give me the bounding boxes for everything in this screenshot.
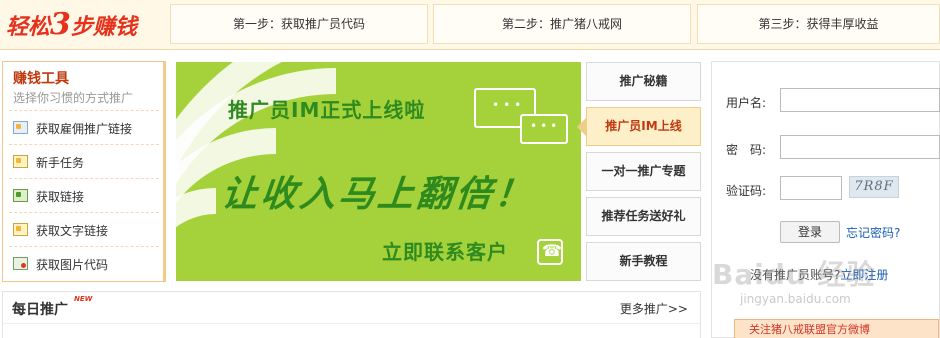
weibo-promo-strip[interactable]: 关注猪八戒联盟官方微博 <box>734 319 939 338</box>
tool-label: 获取图片代码 <box>36 258 109 272</box>
phone-icon[interactable] <box>537 239 563 265</box>
section-divider <box>3 323 700 324</box>
captcha-image[interactable]: 7R8F <box>849 176 899 198</box>
tools-title: 赚钱工具 <box>13 71 69 87</box>
link-page-icon <box>13 121 28 134</box>
step-one[interactable]: 第一步：获取推广员代码 <box>170 4 428 44</box>
tool-beginner-task[interactable]: 新手任务 <box>9 144 159 178</box>
brand-slogan: 轻松3步赚钱 <box>6 6 166 44</box>
tool-label: 获取雇佣推广链接 <box>36 122 133 136</box>
daily-promo-title: 每日推广 <box>12 302 68 318</box>
tool-label: 获取链接 <box>36 190 85 204</box>
password-label: 密 码: <box>726 143 767 157</box>
baidu-watermark: Baidu 经验 <box>712 258 876 291</box>
brand-part2: 步赚钱 <box>70 14 137 40</box>
tool-text-link[interactable]: 获取文字链接 <box>9 212 159 246</box>
new-badge: NEW <box>74 295 93 303</box>
text-link-icon <box>13 223 28 236</box>
promo-banner[interactable]: 推广员IM正式上线啦 让收入马上翻倍！ 立即联系客户 <box>176 62 581 281</box>
banner-headline: 推广员IM正式上线啦 <box>228 98 426 122</box>
tab-recommend-gift[interactable]: 推荐任务送好礼 <box>586 197 701 236</box>
banner-contact-text[interactable]: 立即联系客户 <box>382 236 508 265</box>
tab-promo-secrets[interactable]: 推广秘籍 <box>586 62 701 101</box>
tool-get-link[interactable]: 获取链接 <box>9 178 159 212</box>
banner-big-slogan: 让收入马上翻倍！ <box>219 174 536 215</box>
captcha-label: 验证码: <box>726 184 767 198</box>
chat-bubble-small-icon <box>520 114 568 144</box>
steps-header: 轻松3步赚钱 第一步：获取推广员代码 第二步：推广猪八戒网 第三步：获得丰厚收益 <box>0 0 940 50</box>
tab-im-launch[interactable]: 推广员IM上线 <box>577 107 701 146</box>
password-input[interactable] <box>780 135 940 159</box>
money-tools-panel: 赚钱工具 选择你习惯的方式推广 获取雇佣推广链接 新手任务 获取链接 获取文字链… <box>2 61 166 282</box>
username-input[interactable] <box>780 88 940 112</box>
captcha-input[interactable] <box>780 176 842 200</box>
step-three[interactable]: 第三步：获得丰厚收益 <box>697 4 940 44</box>
daily-promo-section: 每日推广 NEW 更多推广>> <box>2 291 701 338</box>
tools-subtitle: 选择你习惯的方式推广 <box>13 91 134 105</box>
tool-label: 新手任务 <box>36 156 85 170</box>
login-button[interactable]: 登录 <box>780 221 840 243</box>
brand-part1: 轻松 <box>6 14 51 40</box>
more-promo-link[interactable]: 更多推广>> <box>620 300 688 317</box>
image-code-icon <box>13 257 28 270</box>
baidu-watermark-url: jingyan.baidu.com <box>740 292 851 306</box>
forgot-password-link[interactable]: 忘记密码? <box>846 224 900 241</box>
tool-label: 获取文字链接 <box>36 224 109 238</box>
green-link-icon <box>13 189 28 202</box>
brand-number: 3 <box>50 7 71 42</box>
tab-one-on-one[interactable]: 一对一推广专题 <box>586 152 701 191</box>
tool-hire-promo-link[interactable]: 获取雇佣推广链接 <box>9 110 159 144</box>
tab-beginner-tutorial[interactable]: 新手教程 <box>586 242 701 281</box>
tool-image-code[interactable]: 获取图片代码 <box>9 246 159 280</box>
star-task-icon <box>13 155 28 168</box>
step-two[interactable]: 第二步：推广猪八戒网 <box>433 4 691 44</box>
username-label: 用户名: <box>726 96 767 110</box>
